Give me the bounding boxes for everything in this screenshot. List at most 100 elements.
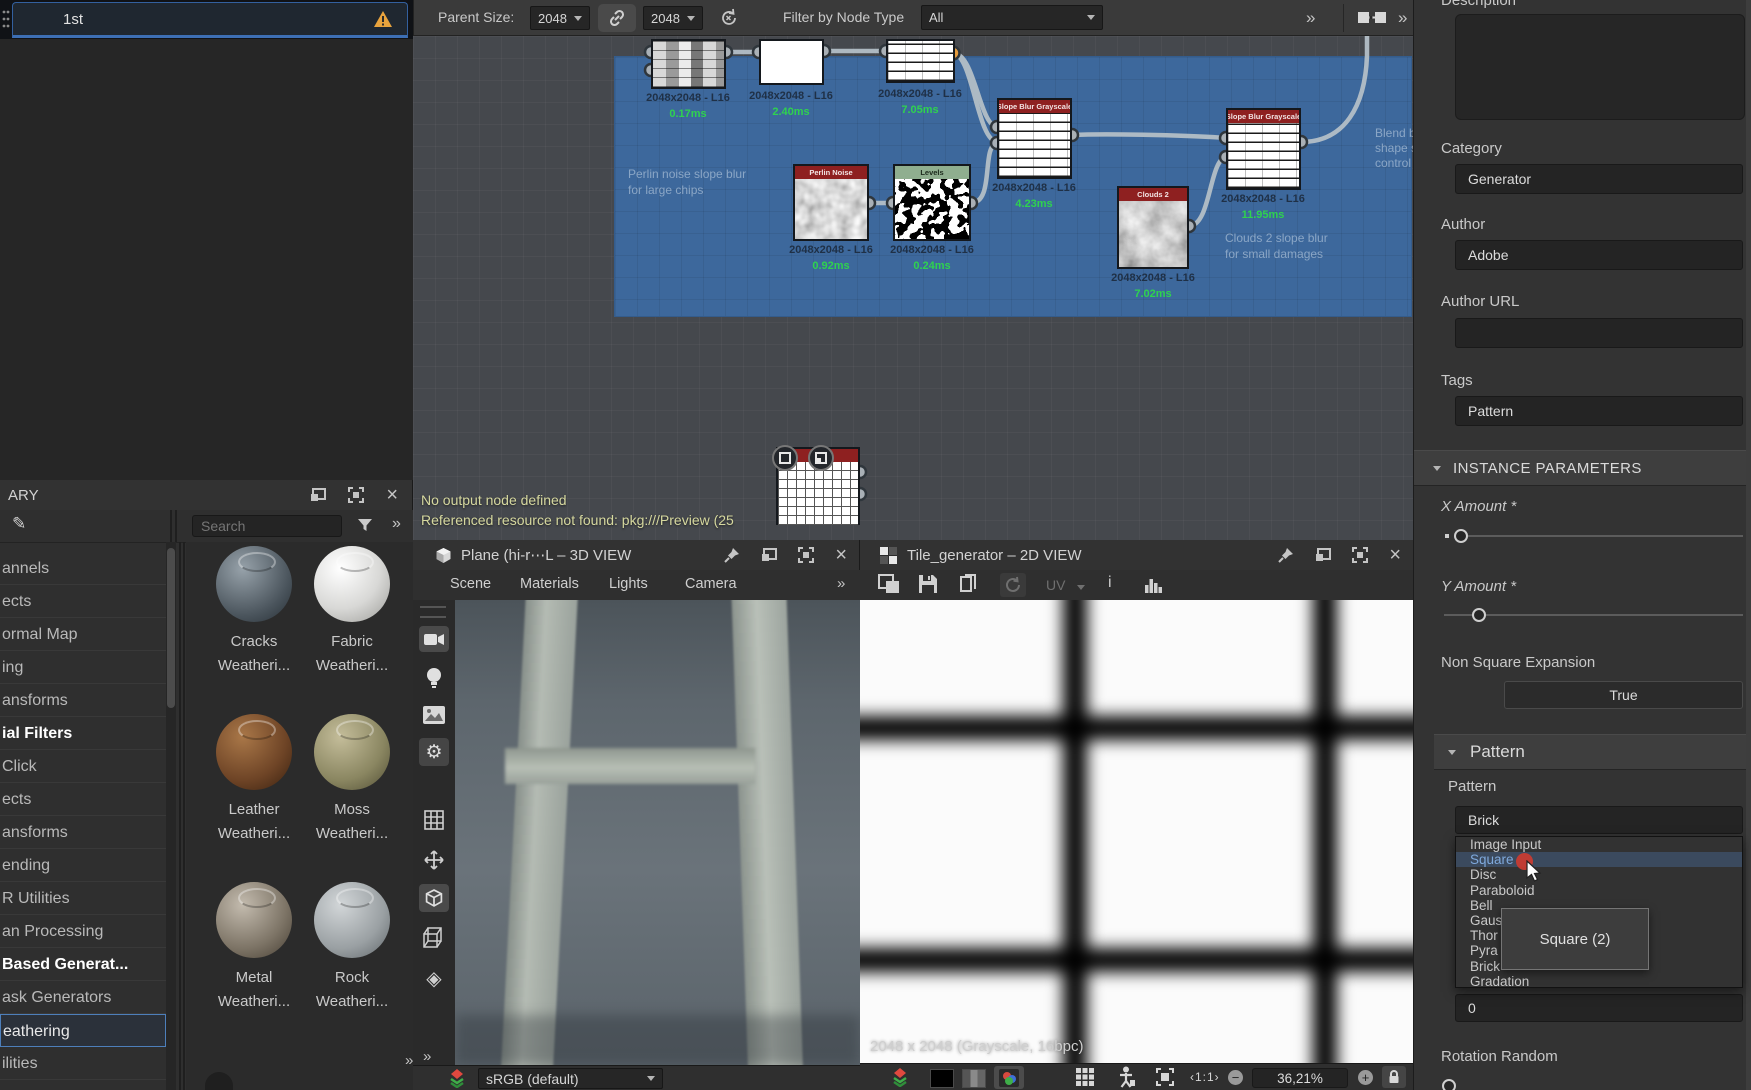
graph-node[interactable] — [886, 39, 955, 83]
tab-1st[interactable]: 1st — [12, 2, 408, 38]
camera-icon[interactable] — [419, 626, 449, 652]
pattern-option-gradation[interactable]: Gradation — [1456, 974, 1742, 988]
x-amount-track[interactable] — [1468, 535, 1743, 537]
close-icon[interactable]: × — [835, 544, 847, 567]
library-category-item[interactable]: R Utilities — [0, 882, 166, 915]
library-category-item[interactable]: ilities — [0, 1047, 166, 1080]
library-item-rock[interactable]: RockWeatheri... — [304, 878, 400, 1038]
maximize-icon[interactable] — [798, 547, 814, 563]
link-size-button[interactable] — [598, 4, 636, 32]
library-category-item[interactable]: Click — [0, 750, 166, 783]
view3d-toolbar-overflow-icon[interactable]: » — [423, 1048, 430, 1065]
instance-parameters-header[interactable]: INSTANCE PARAMETERS — [1414, 450, 1751, 486]
pin-icon[interactable] — [1278, 547, 1294, 563]
close-icon[interactable]: × — [1389, 544, 1401, 567]
maximize-icon[interactable] — [1352, 547, 1368, 563]
y-amount-handle[interactable] — [1472, 608, 1486, 622]
toolbar-grip[interactable] — [420, 606, 446, 618]
float-window-icon[interactable] — [761, 548, 777, 562]
gear-icon[interactable]: ⚙ — [419, 738, 449, 766]
graph-node-clouds-2[interactable]: Clouds 2 — [1117, 186, 1189, 269]
person-scale-icon[interactable] — [1118, 1066, 1136, 1088]
toolbar-overflow2-icon[interactable]: » — [1398, 8, 1406, 28]
library-category-item[interactable]: annels — [0, 552, 166, 585]
graph-node-slope-blur-2[interactable]: Slope Blur Grayscale — [1226, 108, 1301, 190]
toolbar-overflow-icon[interactable]: » — [1306, 8, 1314, 28]
maximize-icon[interactable] — [348, 487, 364, 503]
graph-node[interactable] — [651, 39, 726, 89]
view3d-header[interactable]: Plane (hi-r⋯L – 3D VIEW × — [413, 540, 859, 571]
search-input[interactable] — [192, 515, 342, 537]
pattern-option-paraboloid[interactable]: Paraboloid — [1456, 883, 1742, 898]
pattern-option-image-input[interactable]: Image Input — [1456, 837, 1742, 852]
menu-scene[interactable]: Scene — [450, 576, 491, 592]
graph-node[interactable] — [759, 39, 824, 85]
library-category-item[interactable]: ial Filters — [0, 717, 166, 750]
graph-node-slope-blur-1[interactable]: Slope Blur Grayscale — [997, 98, 1072, 179]
library-category-item[interactable]: an Processing — [0, 915, 166, 948]
library-category-item[interactable]: Based Generat... — [0, 948, 166, 981]
gradient-swatch[interactable] — [962, 1069, 986, 1088]
one-to-one-icon[interactable]: ‹1:1› — [1190, 1070, 1220, 1084]
colorspace-dropdown[interactable]: sRGB (default) — [478, 1068, 663, 1089]
x-amount-handle[interactable] — [1454, 529, 1468, 543]
layers-icon[interactable] — [890, 1067, 910, 1087]
view2d-viewport[interactable]: 2048 x 2048 (Grayscale, 16bpc) — [860, 600, 1413, 1063]
author-url-field[interactable] — [1455, 318, 1743, 348]
copy-image-icon[interactable] — [878, 574, 900, 594]
library-category-item[interactable]: ects — [0, 585, 166, 618]
library-category-item[interactable]: ask Generators — [0, 981, 166, 1014]
node-connector-icon[interactable] — [1356, 8, 1390, 26]
view3d-viewport[interactable] — [455, 600, 860, 1065]
parent-size-dropdown[interactable]: 2048 — [530, 6, 590, 30]
linked-size-dropdown[interactable]: 2048 — [643, 6, 703, 30]
save-icon[interactable] — [918, 574, 938, 594]
black-swatch[interactable] — [930, 1069, 954, 1088]
menu-camera[interactable]: Camera — [685, 576, 737, 592]
library-category-item[interactable]: eathering — [0, 1014, 166, 1047]
node-badge-icon[interactable] — [808, 445, 834, 471]
pattern-section-header[interactable]: Pattern — [1434, 734, 1751, 770]
light-bulb-icon[interactable] — [423, 666, 445, 690]
diamond-icon[interactable]: ◈ — [422, 966, 446, 990]
grid-icon[interactable] — [1076, 1068, 1094, 1086]
zoom-out-button[interactable]: − — [1228, 1070, 1243, 1085]
reset-size-button[interactable] — [714, 4, 744, 32]
fit-view-icon[interactable] — [1156, 1068, 1174, 1086]
uv-mode-dropdown[interactable]: UV — [1046, 577, 1085, 593]
node-graph-canvas[interactable]: Perlin noise slope blurfor large chips C… — [413, 36, 1413, 540]
graph-node-perlin-noise[interactable]: Perlin Noise — [793, 164, 869, 241]
zoom-level-field[interactable]: 36,21% — [1252, 1068, 1348, 1088]
close-icon[interactable]: × — [386, 484, 398, 507]
paste-icon[interactable] — [958, 574, 978, 594]
category-field[interactable]: Generator — [1455, 164, 1743, 194]
library-splitter[interactable] — [170, 510, 177, 542]
library-category-item[interactable]: ing — [0, 651, 166, 684]
zoom-in-button[interactable]: + — [1358, 1070, 1373, 1085]
filter-dropdown[interactable]: All — [921, 5, 1103, 30]
node-badge-icon[interactable] — [772, 445, 798, 471]
pattern-dropdown[interactable]: Brick — [1455, 806, 1743, 834]
menubar-overflow-icon[interactable]: » — [837, 575, 844, 592]
description-textarea[interactable] — [1455, 14, 1745, 120]
lock-icon[interactable] — [1382, 1066, 1406, 1088]
library-category-item[interactable]: ansforms — [0, 684, 166, 717]
rotation-random-handle[interactable] — [1442, 1079, 1456, 1090]
menu-lights[interactable]: Lights — [609, 576, 648, 592]
image-icon[interactable] — [422, 704, 446, 726]
cube-solid-icon[interactable] — [419, 884, 449, 912]
refresh-icon[interactable] — [1000, 573, 1026, 597]
pattern-option-disc[interactable]: Disc — [1456, 867, 1742, 882]
library-category-item[interactable]: ansforms — [0, 816, 166, 849]
bottombar-overflow-icon[interactable]: » — [405, 1052, 412, 1069]
library-item-fabric[interactable]: FabricWeatheri... — [304, 542, 400, 702]
pattern-option-square[interactable]: Square — [1456, 852, 1742, 867]
float-window-icon[interactable] — [1315, 548, 1331, 562]
rgb-channels-icon[interactable] — [994, 1066, 1024, 1089]
histogram-icon[interactable] — [1144, 575, 1164, 593]
filter-funnel-icon[interactable] — [356, 516, 374, 534]
layers-icon[interactable] — [447, 1068, 467, 1088]
library-item-cracks[interactable]: CracksWeatheri... — [206, 542, 302, 702]
menu-materials[interactable]: Materials — [520, 576, 579, 592]
author-field[interactable]: Adobe — [1455, 240, 1743, 270]
